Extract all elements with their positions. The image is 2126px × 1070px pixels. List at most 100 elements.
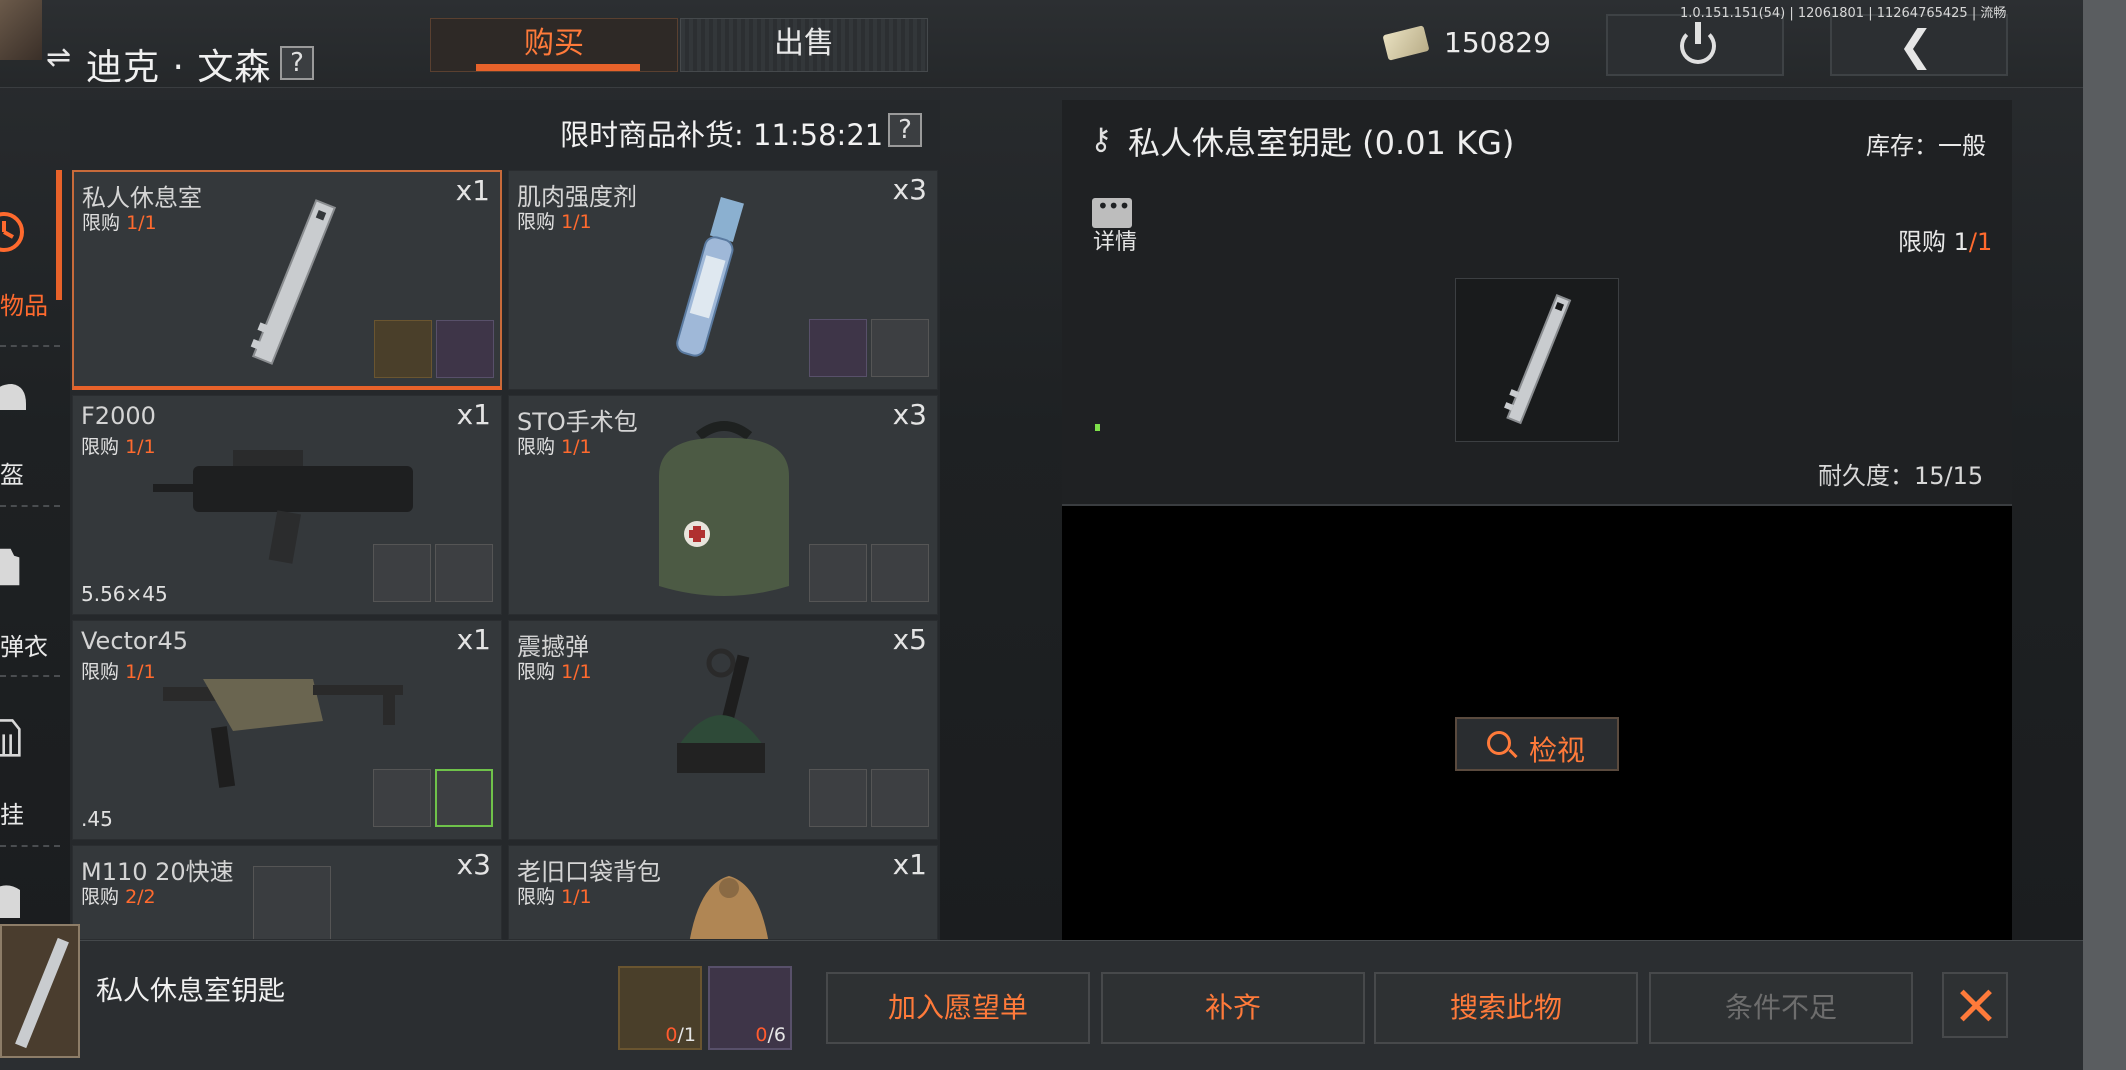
requirement-slot[interactable]: [809, 544, 867, 602]
item-quantity: x3: [456, 848, 491, 881]
item-quantity: x3: [892, 173, 927, 206]
back-button[interactable]: ❮: [1830, 14, 2008, 76]
requirement-slot[interactable]: [871, 544, 929, 602]
status-dot: [1095, 424, 1100, 431]
details-label[interactable]: 详情: [1093, 224, 1137, 256]
item-quantity: x1: [455, 174, 490, 207]
trader-portrait: [0, 0, 42, 60]
backpack-item-image: [689, 876, 769, 939]
trader-help-button[interactable]: ?: [280, 46, 314, 80]
rig-icon: [0, 719, 21, 757]
item-caliber: 5.56×45: [81, 582, 168, 606]
sidebar-item-label: 物品: [0, 292, 48, 320]
requirement-slot[interactable]: [809, 769, 867, 827]
item-card[interactable]: 私人休息室 限购 1/1 x1: [72, 170, 502, 390]
trader-name: 迪克 · 文森: [86, 47, 272, 88]
sidebar-divider: [0, 675, 60, 677]
add-to-wishlist-button[interactable]: 加入愿望单: [826, 972, 1090, 1044]
sidebar-item-items[interactable]: 物品: [0, 200, 64, 350]
limit-value: 1/1: [561, 436, 592, 458]
limit-value: 1/1: [561, 211, 592, 233]
selected-item-name: 私人休息室钥匙: [96, 976, 285, 1007]
sidebar-divider: [0, 845, 60, 847]
limit-prefix: 限购: [82, 212, 121, 234]
limit-value: 1/1: [125, 661, 156, 683]
active-tab-indicator: [476, 64, 640, 71]
requirement-slot[interactable]: [374, 320, 432, 378]
item-card[interactable]: 震撼弹 限购 1/1 x5: [508, 620, 938, 840]
version-info: 1.0.151.151(54) | 12061801 | 11264765425…: [1680, 6, 2007, 21]
restock-help-button[interactable]: ?: [888, 113, 922, 147]
item-card[interactable]: M110 20快速 限购 2/2 x3: [72, 845, 502, 940]
item-preview: [1455, 278, 1619, 442]
screen-edge: [2083, 0, 2126, 1070]
required-have: 0: [665, 1024, 678, 1046]
required-total: /1: [677, 1024, 697, 1046]
chevron-left-icon: ❮: [1898, 21, 1934, 70]
tab-buy-label: 购买: [524, 26, 584, 61]
item-limit: 限购 1/1: [517, 657, 592, 684]
limit-prefix: 限购: [81, 436, 120, 458]
sidebar-item-vest[interactable]: 弹衣: [0, 545, 64, 695]
tab-sell-label: 出售: [774, 26, 834, 61]
item-card[interactable]: 肌肉强度剂 限购 1/1 x3: [508, 170, 938, 390]
currency-value: 150829: [1444, 26, 1551, 59]
requirement-slot[interactable]: [435, 769, 493, 827]
limit-prefix: 限购: [517, 661, 556, 683]
requirement-slot[interactable]: [436, 320, 494, 378]
switch-trader-icon[interactable]: ⇌: [46, 40, 71, 75]
sidebar-divider: [0, 505, 60, 507]
insufficient-conditions-button[interactable]: 条件不足: [1649, 972, 1913, 1044]
search-item-button[interactable]: 搜索此物: [1374, 972, 1638, 1044]
key-preview-image: [1504, 294, 1572, 425]
item-card[interactable]: 老旧口袋背包 限购 1/1 x1: [508, 845, 938, 940]
magazine-item-image: [253, 866, 331, 939]
limit-total: /1: [1968, 228, 1993, 256]
item-quantity: x1: [456, 623, 491, 656]
limit-prefix: 限购: [517, 211, 556, 233]
sidebar-item-helmet[interactable]: 盔: [0, 375, 64, 525]
required-item-slot[interactable]: 0/6: [708, 966, 792, 1050]
requirement-slot[interactable]: [373, 544, 431, 602]
item-quantity: x3: [892, 398, 927, 431]
requirement-slot[interactable]: [373, 769, 431, 827]
power-button[interactable]: [1606, 14, 1784, 76]
item-limit: 限购 1/1: [517, 432, 592, 459]
inspect-button[interactable]: 检视: [1455, 717, 1619, 771]
tab-sell[interactable]: 出售: [680, 18, 928, 72]
purchase-limit: 限购 1/1: [1898, 222, 1992, 257]
durability-label: 耐久度：15/15: [1818, 462, 1984, 490]
item-detail-title: 私人休息室钥匙 (0.01 KG): [1128, 124, 1515, 162]
item-limit: 限购 1/1: [81, 432, 156, 459]
clock-icon: [0, 212, 24, 252]
limit-value: 1/1: [561, 661, 592, 683]
item-card[interactable]: STO手术包 限购 1/1 x3: [508, 395, 938, 615]
item-name: F2000: [81, 402, 156, 430]
vest-icon: [0, 548, 20, 586]
limit-prefix: 限购: [517, 886, 556, 908]
sidebar-item-rig[interactable]: 挂: [0, 715, 64, 865]
item-limit: 限购 1/1: [517, 882, 592, 909]
limit-prefix: 限购: [1898, 228, 1946, 256]
limit-value: 2/2: [125, 886, 156, 908]
limit-prefix: 限购: [81, 886, 120, 908]
item-quantity: x1: [456, 398, 491, 431]
requirement-slot[interactable]: [435, 544, 493, 602]
injector-item-image: [676, 196, 744, 357]
close-button[interactable]: [1942, 972, 2008, 1038]
requirement-slot[interactable]: [871, 769, 929, 827]
limit-have: 1: [1953, 228, 1969, 256]
fill-button[interactable]: 补齐: [1101, 972, 1365, 1044]
backpack-icon: [0, 885, 20, 918]
required-item-slot[interactable]: 0/1: [618, 966, 702, 1050]
item-card[interactable]: Vector45 限购 1/1 x1 .45: [72, 620, 502, 840]
helmet-icon: [0, 384, 26, 410]
requirement-slot[interactable]: [871, 319, 929, 377]
item-limit: 限购 1/1: [81, 657, 156, 684]
item-card[interactable]: F2000 限购 1/1 x1 5.56×45: [72, 395, 502, 615]
restock-timer: 限时商品补货: 11:58:21: [560, 118, 884, 152]
requirement-slot[interactable]: [809, 319, 867, 377]
search-icon: [1487, 731, 1511, 755]
item-name: Vector45: [81, 627, 189, 655]
power-icon-bar: [1695, 22, 1701, 44]
